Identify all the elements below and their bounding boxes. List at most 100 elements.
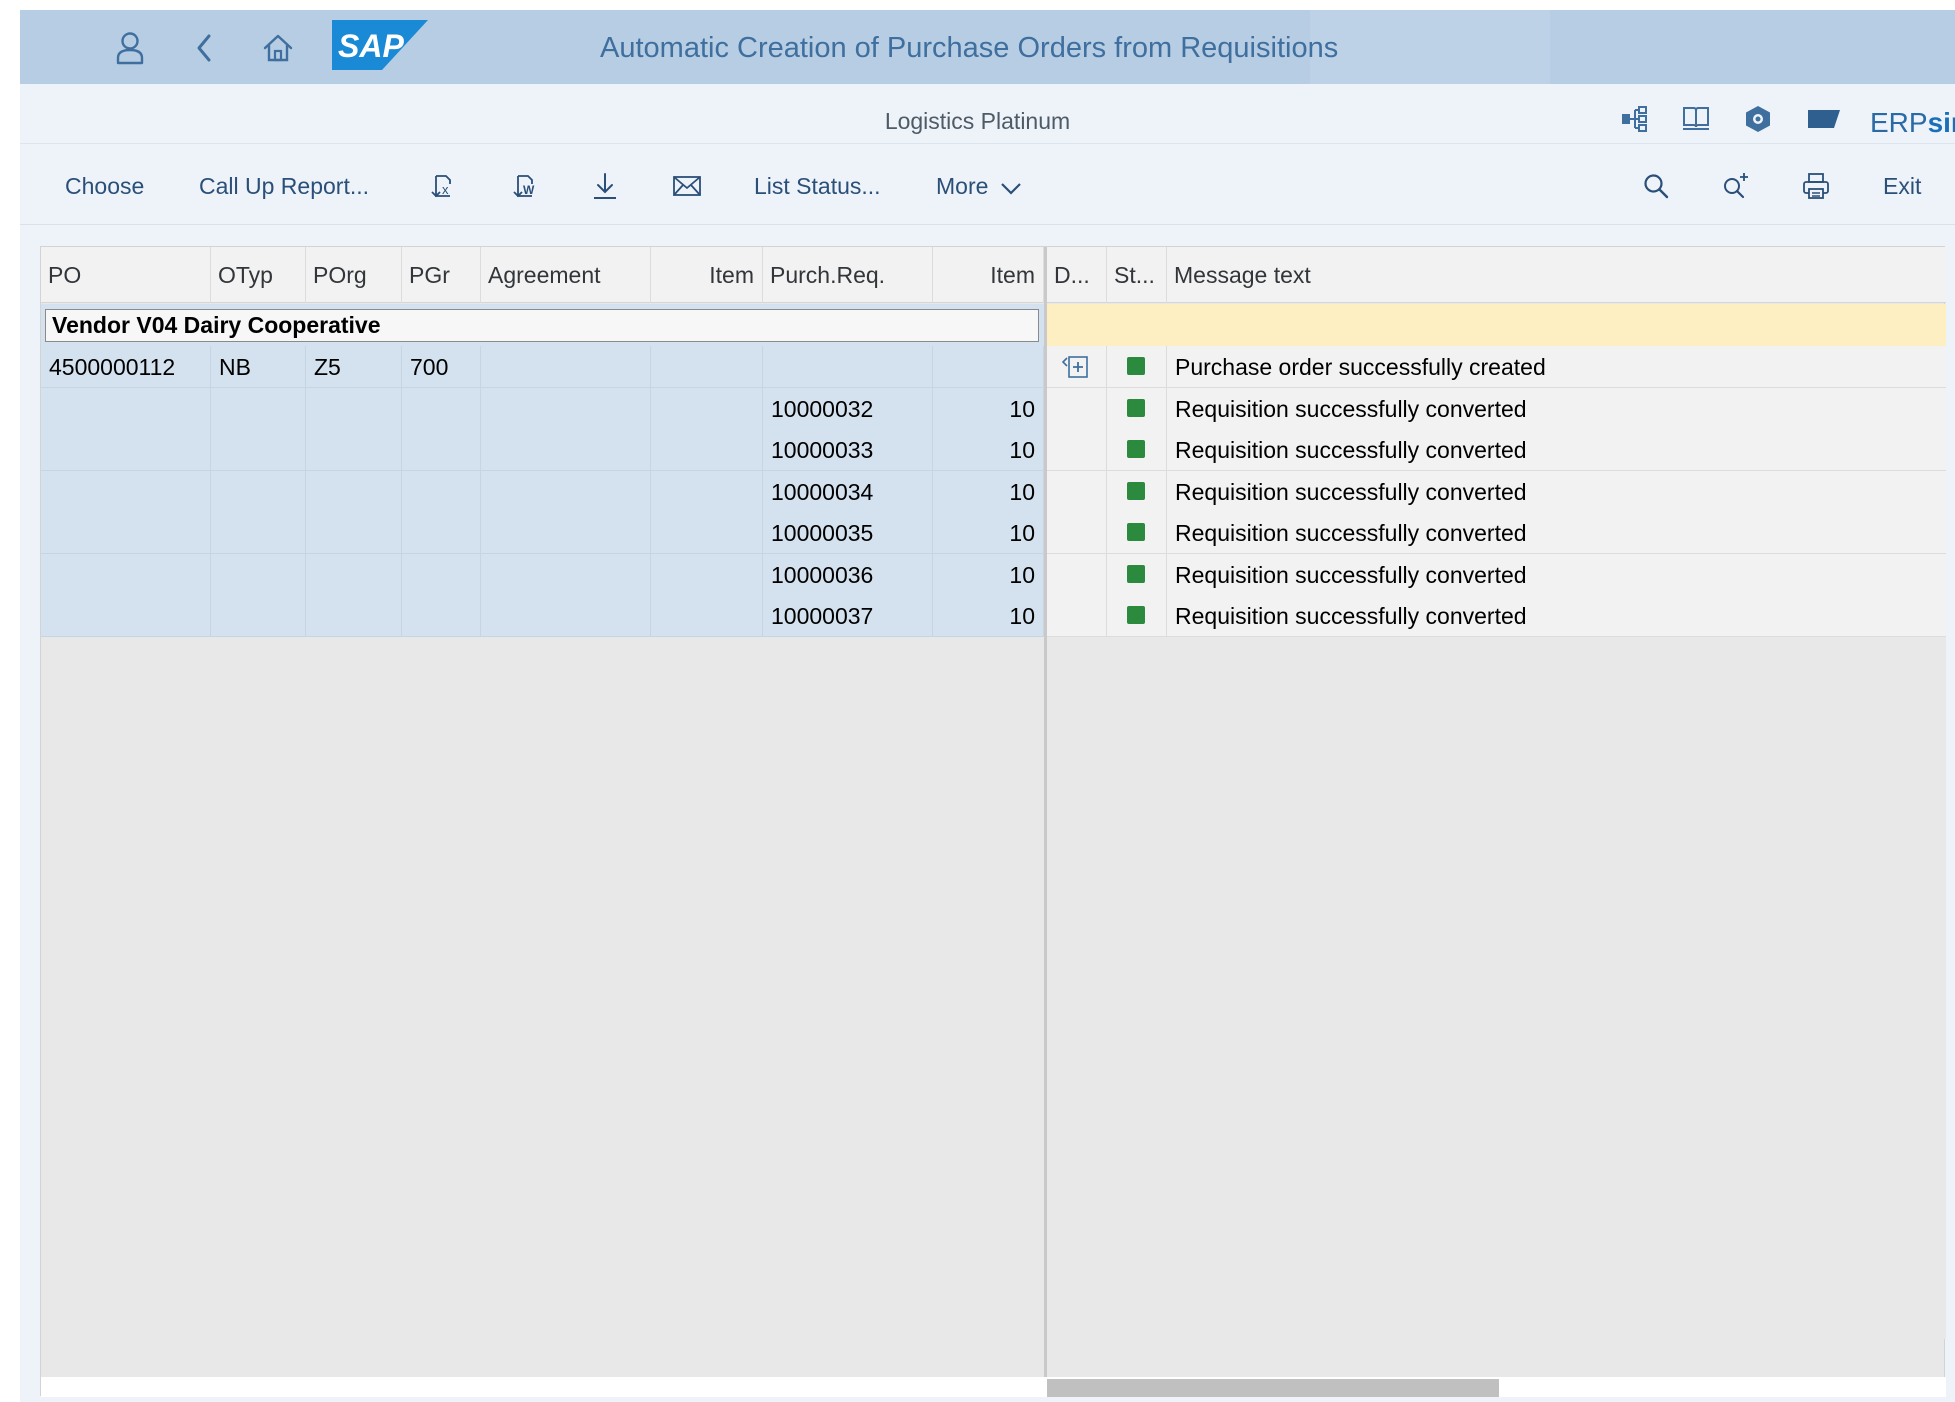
cell-pgr[interactable] (402, 553, 481, 596)
table-row[interactable]: 10000034 10 (41, 470, 1044, 513)
user-icon[interactable] (108, 26, 152, 70)
cell-purch-req[interactable]: 10000032 (763, 387, 933, 430)
cell-message[interactable]: Requisition successfully converted (1167, 429, 1946, 471)
cell-item[interactable] (651, 346, 763, 388)
message-row[interactable]: Requisition successfully converted (1047, 470, 1946, 513)
cell-message[interactable]: Requisition successfully converted (1167, 471, 1946, 513)
column-header-item[interactable]: Item (651, 247, 763, 303)
cell-req-item[interactable]: 10 (933, 553, 1044, 596)
settings-hex-icon[interactable] (1741, 102, 1775, 136)
message-row[interactable]: Requisition successfully converted (1047, 429, 1946, 471)
cell-po[interactable] (41, 553, 211, 596)
table-row[interactable]: 4500000112 NB Z5 700 (41, 346, 1044, 388)
column-header-agreement[interactable]: Agreement (481, 247, 651, 303)
hierarchy-icon[interactable] (1617, 102, 1651, 136)
cell-porg[interactable] (306, 387, 402, 430)
cell-req-item[interactable]: 10 (933, 387, 1044, 430)
cell-req-item[interactable] (933, 346, 1044, 388)
flag-icon[interactable] (1804, 102, 1844, 136)
cell-message[interactable]: Requisition successfully converted (1167, 388, 1946, 430)
cell-purch-req[interactable]: 10000036 (763, 553, 933, 596)
table-row[interactable]: 10000035 10 (41, 512, 1044, 554)
cell-porg[interactable] (306, 595, 402, 637)
cell-otyp[interactable] (211, 512, 306, 554)
list-status-button[interactable]: List Status... (754, 173, 881, 200)
scrollbar-thumb[interactable] (1047, 1379, 1499, 1397)
cell-po[interactable] (41, 595, 211, 637)
cell-pgr[interactable] (402, 429, 481, 471)
cell-detail[interactable] (1047, 346, 1107, 388)
cell-message[interactable]: Requisition successfully converted (1167, 595, 1946, 637)
exit-button[interactable]: Exit (1883, 173, 1921, 200)
cell-purch-req[interactable]: 10000037 (763, 595, 933, 637)
cell-otyp[interactable] (211, 553, 306, 596)
column-header-purch-req[interactable]: Purch.Req. (763, 247, 933, 303)
cell-purch-req[interactable]: 10000035 (763, 512, 933, 554)
cell-porg[interactable] (306, 553, 402, 596)
cell-po[interactable] (41, 387, 211, 430)
column-header-message[interactable]: Message text (1167, 247, 1946, 303)
cell-porg[interactable]: Z5 (306, 346, 402, 388)
column-header-pgr[interactable]: PGr (402, 247, 481, 303)
cell-detail[interactable] (1047, 512, 1107, 554)
message-row[interactable]: Requisition successfully converted (1047, 553, 1946, 596)
cell-otyp[interactable]: NB (211, 346, 306, 388)
cell-req-item[interactable]: 10 (933, 429, 1044, 471)
cell-agreement[interactable] (481, 470, 651, 513)
cell-detail[interactable] (1047, 429, 1107, 471)
cell-req-item[interactable]: 10 (933, 512, 1044, 554)
cell-agreement[interactable] (481, 429, 651, 471)
cell-pgr[interactable] (402, 387, 481, 430)
message-row[interactable]: Requisition successfully converted (1047, 595, 1946, 637)
cell-pgr[interactable] (402, 595, 481, 637)
cell-otyp[interactable] (211, 429, 306, 471)
cell-porg[interactable] (306, 429, 402, 471)
cell-po[interactable] (41, 429, 211, 471)
cell-po[interactable]: 4500000112 (41, 346, 211, 388)
cell-purch-req[interactable] (763, 346, 933, 388)
search-next-icon[interactable] (1719, 169, 1753, 203)
column-header-status[interactable]: St... (1107, 247, 1167, 303)
table-splitter[interactable] (1044, 247, 1047, 1377)
table-row[interactable]: 10000032 10 (41, 387, 1044, 430)
more-menu-button[interactable]: More (936, 173, 1023, 200)
cell-porg[interactable] (306, 470, 402, 513)
column-header-otyp[interactable]: OTyp (211, 247, 306, 303)
cell-pgr[interactable] (402, 512, 481, 554)
cell-item[interactable] (651, 470, 763, 513)
back-icon[interactable] (182, 26, 226, 70)
cell-otyp[interactable] (211, 470, 306, 513)
cell-po[interactable] (41, 512, 211, 554)
cell-detail[interactable] (1047, 387, 1107, 430)
cell-otyp[interactable] (211, 595, 306, 637)
message-row[interactable]: Requisition successfully converted (1047, 512, 1946, 554)
table-row[interactable]: 10000033 10 (41, 429, 1044, 471)
vendor-group-row[interactable]: Vendor V04 Dairy Cooperative (41, 304, 1044, 346)
cell-purch-req[interactable]: 10000034 (763, 470, 933, 513)
column-header-po[interactable]: PO (41, 247, 211, 303)
choose-button[interactable]: Choose (65, 173, 144, 200)
search-icon[interactable] (1639, 169, 1673, 203)
cell-message[interactable]: Requisition successfully converted (1167, 554, 1946, 596)
cell-item[interactable] (651, 429, 763, 471)
cell-pgr[interactable]: 700 (402, 346, 481, 388)
table-row[interactable]: 10000037 10 (41, 595, 1044, 637)
export-word-icon[interactable]: W (507, 169, 541, 203)
message-row[interactable]: Purchase order successfully created (1047, 346, 1946, 388)
cell-req-item[interactable]: 10 (933, 470, 1044, 513)
column-header-detail[interactable]: D... (1047, 247, 1107, 303)
cell-detail[interactable] (1047, 470, 1107, 513)
horizontal-scrollbar[interactable] (41, 1377, 1946, 1397)
message-row[interactable]: Requisition successfully converted (1047, 387, 1946, 430)
cell-message[interactable]: Requisition successfully converted (1167, 512, 1946, 554)
table-row[interactable]: 10000036 10 (41, 553, 1044, 596)
cell-item[interactable] (651, 512, 763, 554)
expand-detail-icon[interactable] (1061, 353, 1091, 381)
cell-otyp[interactable] (211, 387, 306, 430)
cell-item[interactable] (651, 595, 763, 637)
cell-agreement[interactable] (481, 595, 651, 637)
mail-icon[interactable] (670, 169, 704, 203)
cell-detail[interactable] (1047, 595, 1107, 637)
cell-pgr[interactable] (402, 470, 481, 513)
cell-req-item[interactable]: 10 (933, 595, 1044, 637)
